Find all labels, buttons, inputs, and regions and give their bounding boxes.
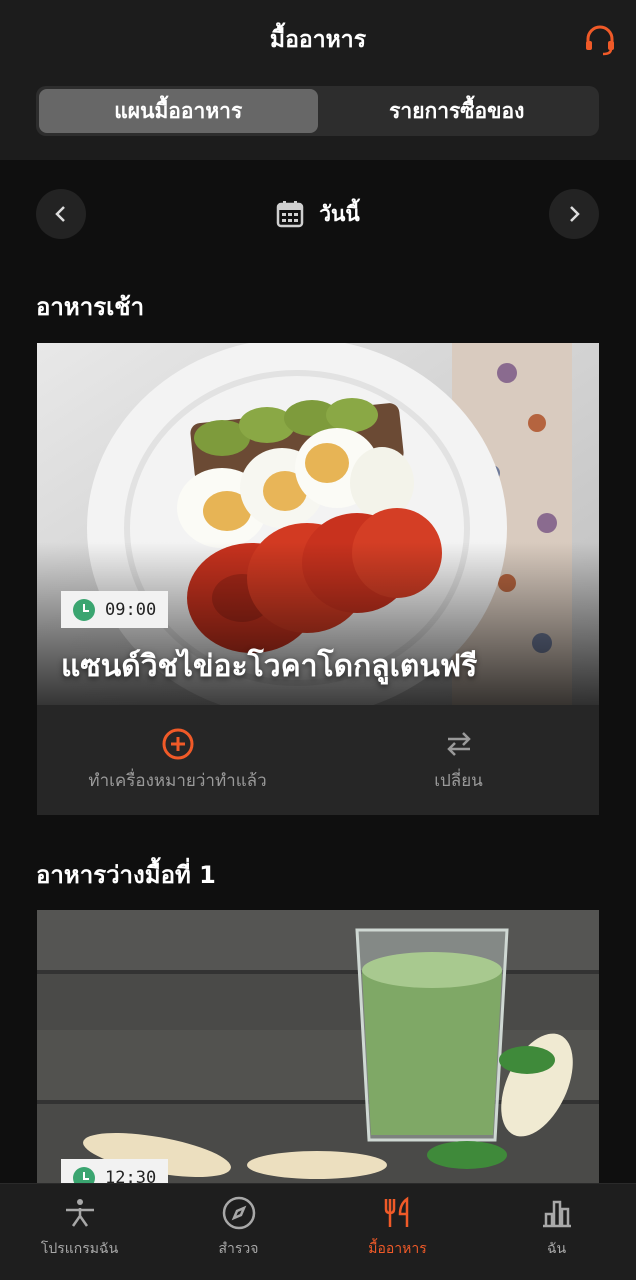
meal-time: 12:30 xyxy=(105,1167,157,1184)
calendar-icon xyxy=(276,201,304,228)
meal-time: 09:00 xyxy=(105,599,157,620)
segmented-control: แผนมื้ออาหาร รายการซื้อของ xyxy=(36,86,599,136)
tab-meals[interactable]: มื้ออาหาร xyxy=(318,1184,477,1280)
meal-time-badge: 12:30 xyxy=(61,1159,169,1184)
meal-name: แซนด์วิชไข่อะโวคาโดกลูเตนฟรี xyxy=(61,649,478,684)
meal-card-breakfast[interactable]: 09:00 แซนด์วิชไข่อะโวคาโดกลูเตนฟรี ทำเคร… xyxy=(37,343,599,815)
date-label: วันนี้ xyxy=(319,201,360,226)
meal-actions: ทำเครื่องหมายว่าทำแล้ว เปลี่ยน xyxy=(37,705,599,815)
chevron-right-icon xyxy=(570,206,580,222)
plus-circle-icon xyxy=(162,728,193,759)
tab-shopping-list[interactable]: รายการซื้อของ xyxy=(318,89,597,133)
chevron-left-icon xyxy=(55,206,65,222)
mark-done-button[interactable]: ทำเครื่องหมายว่าทำแล้ว xyxy=(37,705,318,815)
section-title-breakfast: อาหารเช้า xyxy=(36,293,145,321)
next-day-button[interactable] xyxy=(549,189,599,239)
tab-label: ฉัน xyxy=(546,1241,567,1257)
bottom-tab-bar: โปรแกรมฉัน สำรวจ มื้ออาหาร ฉัน xyxy=(0,1183,636,1280)
utensils-icon xyxy=(384,1196,408,1227)
tab-me[interactable]: ฉัน xyxy=(477,1184,636,1280)
clock-icon xyxy=(73,1166,95,1183)
tab-label: โปรแกรมฉัน xyxy=(40,1241,119,1257)
compass-icon xyxy=(222,1196,255,1230)
meal-card-snack-1[interactable]: 12:30 xyxy=(37,910,599,1183)
meal-photo-snack-1 xyxy=(37,910,599,1183)
section-title-snack-1: อาหารว่างมื้อที่ 1 xyxy=(36,861,216,889)
support-button[interactable] xyxy=(580,20,620,60)
app-header: มื้ออาหาร แผนมื้ออาหาร รายการซื้อของ xyxy=(0,0,636,160)
mark-done-label: ทำเครื่องหมายว่าทำแล้ว xyxy=(88,770,267,791)
tab-meal-plan[interactable]: แผนมื้ออาหาร xyxy=(39,89,318,133)
swap-label: เปลี่ยน xyxy=(434,770,483,791)
swap-icon xyxy=(446,731,471,756)
tab-my-program[interactable]: โปรแกรมฉัน xyxy=(0,1184,159,1280)
clock-icon xyxy=(73,598,95,621)
exercise-icon xyxy=(65,1199,94,1227)
date-selector[interactable]: วันนี้ xyxy=(36,189,599,239)
previous-day-button[interactable] xyxy=(36,189,86,239)
tab-label: มื้ออาหาร xyxy=(368,1241,427,1257)
headset-icon xyxy=(586,25,614,56)
meal-time-badge: 09:00 xyxy=(61,591,169,628)
swap-meal-button[interactable]: เปลี่ยน xyxy=(318,705,599,815)
tab-label: สำรวจ xyxy=(218,1241,259,1257)
page-title: มื้ออาหาร xyxy=(269,27,367,53)
date-navigator: วันนี้ xyxy=(36,189,599,239)
tab-explore[interactable]: สำรวจ xyxy=(159,1184,318,1280)
bar-chart-icon xyxy=(542,1200,571,1228)
